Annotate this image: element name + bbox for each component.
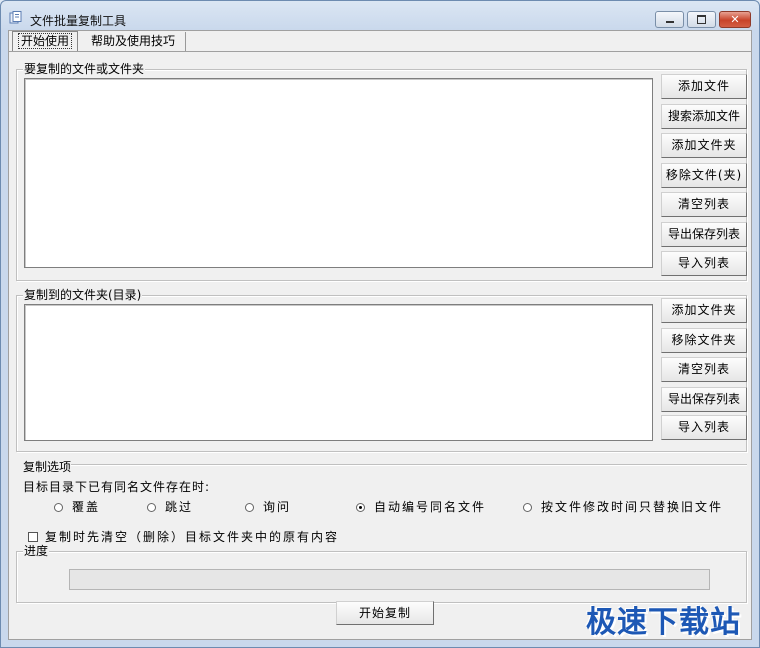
title-bar[interactable]: 文件批量复制工具 ✕ [1,1,759,31]
dest-export-list-button[interactable]: 导出保存列表 [661,387,747,412]
app-window: 文件批量复制工具 ✕ 开始使用 帮助及使用技巧 要复制的文件或文件夹 添加文件 … [0,0,760,648]
dest-import-list-button[interactable]: 导入列表 [661,415,747,440]
export-list-button[interactable]: 导出保存列表 [661,222,747,247]
dest-folder-list[interactable] [24,304,653,441]
radio-overwrite[interactable]: 覆盖 [54,500,100,514]
radio-overwrite-label: 覆盖 [72,500,101,514]
clear-target-checkbox-label: 复制时先清空（删除）目标文件夹中的原有内容 [45,530,340,544]
clear-target-checkbox[interactable]: 复制时先清空（删除）目标文件夹中的原有内容 [28,528,339,545]
dest-clear-list-button[interactable]: 清空列表 [661,357,747,382]
radio-auto-number[interactable]: 自动编号同名文件 [356,500,486,514]
minimize-icon [665,21,674,23]
maximize-button[interactable] [687,11,716,28]
radio-ask-label: 询问 [263,500,292,514]
remove-file-button[interactable]: 移除文件(夹) [661,163,747,188]
dest-group-legend: 复制到的文件夹(目录) [23,288,143,302]
search-add-file-button[interactable]: 搜索添加文件 [661,104,747,129]
tab-start-label: 开始使用 [18,33,73,49]
radio-auto-number-label: 自动编号同名文件 [374,500,487,514]
tab-start[interactable]: 开始使用 [12,31,79,52]
minimize-button[interactable] [655,11,684,28]
progress-legend: 进度 [23,544,50,558]
source-group-legend: 要复制的文件或文件夹 [23,62,146,76]
radio-ask-dot [245,502,254,512]
add-folder-button[interactable]: 添加文件夹 [661,133,747,158]
watermark-text: 极速下载站 [586,605,741,640]
radio-ask[interactable]: 询问 [245,500,291,514]
options-prompt: 目标目录下已有同名文件存在时: [23,480,211,494]
import-list-button[interactable]: 导入列表 [661,251,747,276]
clear-list-button[interactable]: 清空列表 [661,192,747,217]
radio-auto-number-dot [356,502,365,512]
options-legend: 复制选项 [23,460,72,474]
start-copy-button[interactable]: 开始复制 [336,601,434,625]
dest-remove-folder-button[interactable]: 移除文件夹 [661,328,747,353]
options-divider [71,464,747,466]
clear-target-checkbox-box [28,531,38,542]
progress-bar [69,569,710,590]
add-file-button[interactable]: 添加文件 [661,74,747,99]
maximize-icon [697,15,706,24]
dest-add-folder-button[interactable]: 添加文件夹 [661,298,747,323]
client-area: 开始使用 帮助及使用技巧 要复制的文件或文件夹 添加文件 搜索添加文件 添加文件… [8,30,752,640]
source-file-list[interactable] [24,78,653,268]
app-icon [9,11,22,24]
radio-replace-older-dot [523,502,532,512]
tab-divider [9,51,751,52]
radio-replace-older-label: 按文件修改时间只替换旧文件 [541,500,724,514]
radio-replace-older[interactable]: 按文件修改时间只替换旧文件 [523,500,723,514]
close-button[interactable]: ✕ [719,11,751,28]
radio-skip[interactable]: 跳过 [147,500,193,514]
radio-skip-label: 跳过 [165,500,194,514]
tab-help[interactable]: 帮助及使用技巧 [81,32,187,51]
tab-help-label: 帮助及使用技巧 [91,34,176,48]
window-title: 文件批量复制工具 [30,14,127,28]
radio-skip-dot [147,502,156,512]
radio-overwrite-dot [54,502,63,512]
close-icon: ✕ [730,13,740,26]
